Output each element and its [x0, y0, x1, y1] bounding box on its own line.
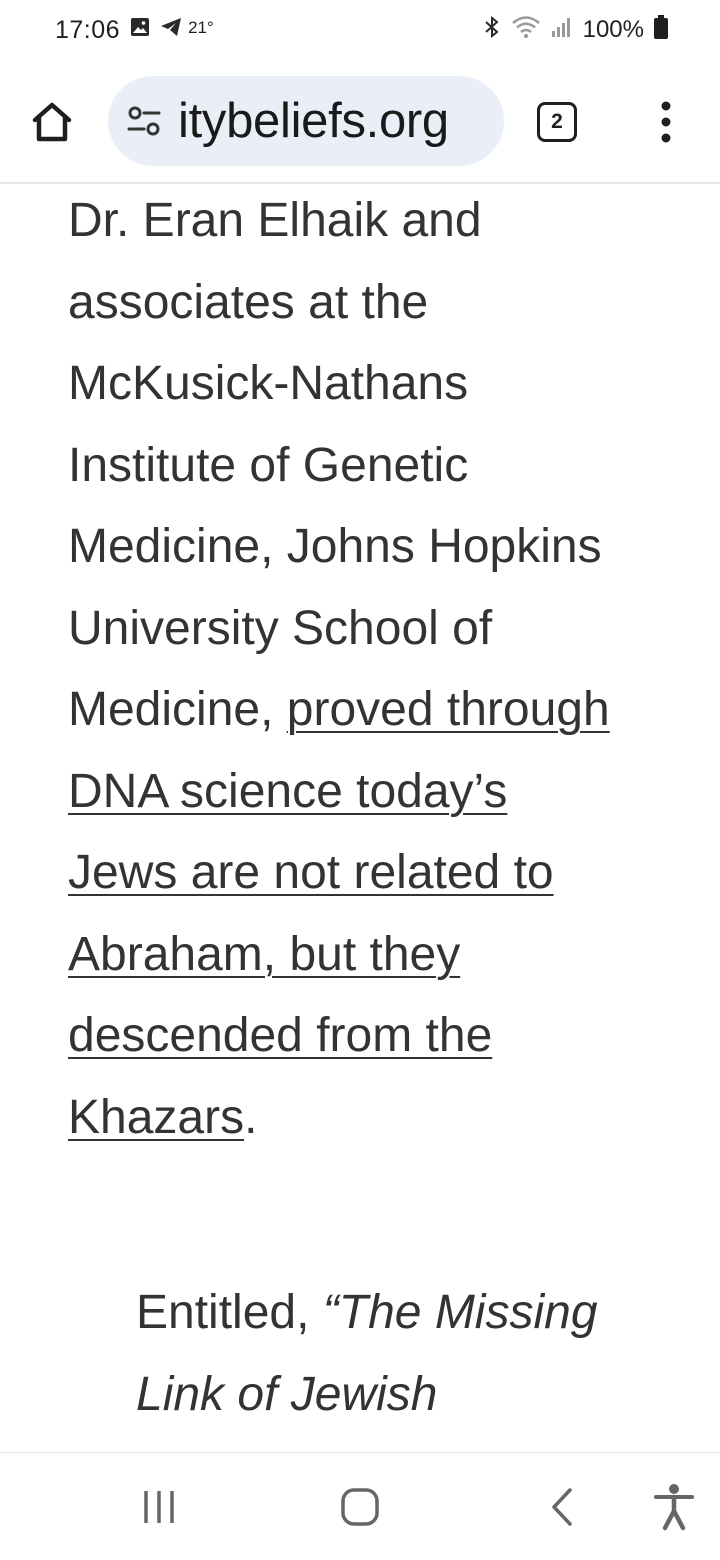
article-content: Dr. Eran Elhaik and associates at the Mc…	[0, 186, 720, 1452]
system-nav-bar	[0, 1452, 720, 1560]
status-left: 17:06 21°	[55, 16, 214, 45]
browser-toolbar: itybeliefs.org 2	[0, 60, 720, 184]
telegram-icon	[160, 16, 182, 44]
home-icon	[32, 102, 72, 142]
gallery-icon	[130, 16, 150, 44]
bluetooth-icon	[483, 15, 501, 46]
article-paragraph: Dr. Eran Elhaik and associates at the Mc…	[68, 186, 628, 1158]
back-icon	[552, 1488, 572, 1526]
dna-study-link[interactable]: proved through DNA science today’s Jews …	[68, 683, 610, 1144]
status-time: 17:06	[55, 15, 121, 44]
more-options-button[interactable]	[646, 100, 686, 144]
recent-apps-button[interactable]	[133, 1481, 185, 1533]
wifi-icon	[511, 15, 541, 46]
back-button[interactable]	[536, 1481, 588, 1533]
paragraph-end: .	[244, 1090, 258, 1144]
accessibility-icon	[654, 1484, 694, 1531]
home-nav-button[interactable]	[334, 1481, 386, 1533]
tab-count: 2	[551, 110, 563, 133]
quote-prefix: Entitled,	[136, 1286, 323, 1339]
recent-apps-icon	[144, 1491, 174, 1523]
article-quote: Entitled, “The Missing Link of Jewish	[136, 1272, 676, 1435]
battery-percent: 100%	[582, 16, 644, 43]
status-right: 100%	[483, 14, 668, 46]
home-nav-icon	[341, 1488, 379, 1526]
paragraph-text: Dr. Eran Elhaik and associates at the Mc…	[68, 194, 602, 736]
status-bar: 17:06 21° 100%	[0, 0, 720, 60]
home-button[interactable]	[28, 98, 76, 146]
accessibility-button[interactable]	[648, 1481, 700, 1533]
temperature: 21°	[188, 18, 214, 37]
url-text: itybeliefs.org	[178, 94, 449, 148]
more-vert-icon	[661, 101, 671, 143]
address-bar[interactable]: itybeliefs.org	[108, 76, 504, 166]
tab-switcher-button[interactable]: 2	[537, 102, 577, 142]
site-settings-icon[interactable]	[126, 103, 162, 139]
battery-icon	[654, 14, 668, 46]
signal-icon	[551, 16, 573, 45]
